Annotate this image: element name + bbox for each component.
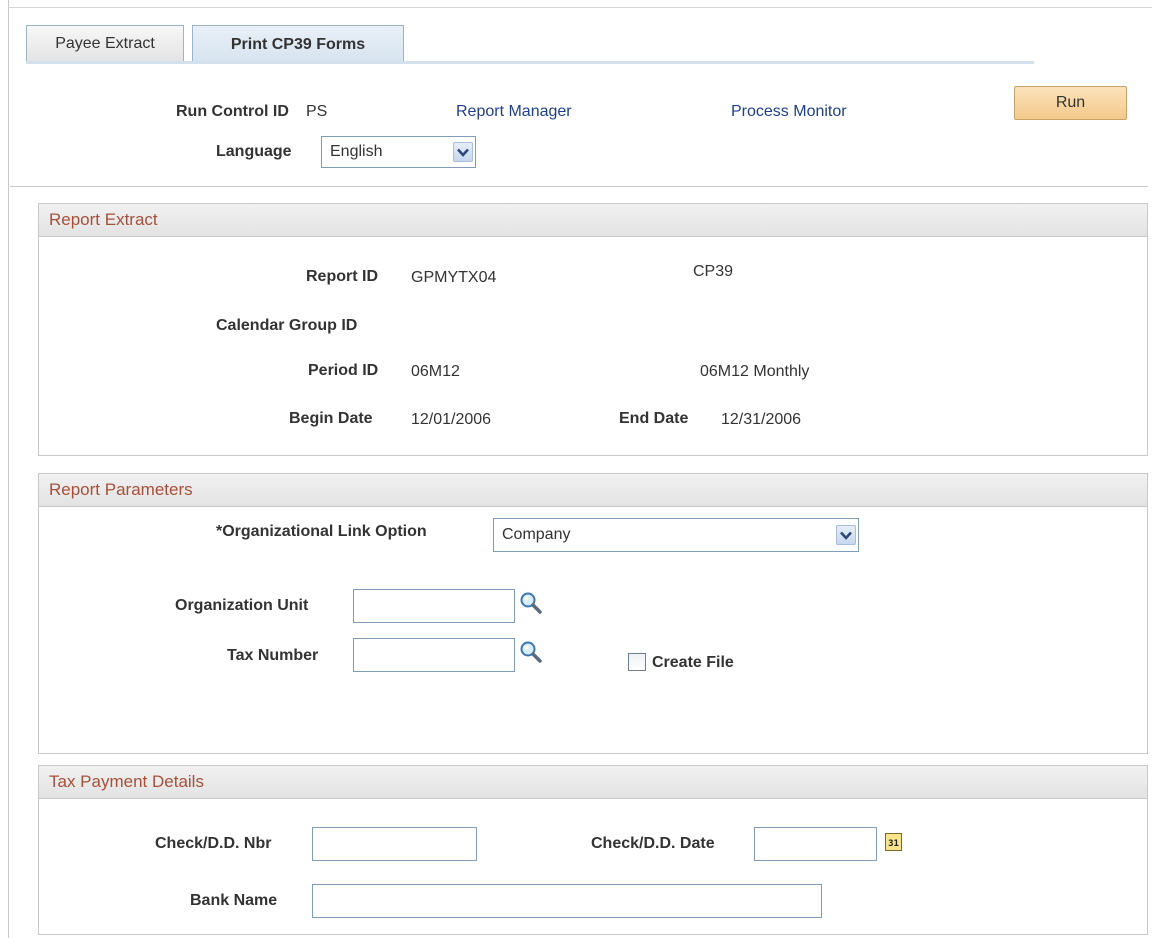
org-link-option-label: *Organizational Link Option	[216, 523, 427, 540]
magnifier-icon[interactable]	[519, 640, 543, 669]
report-id-label: Report ID	[306, 268, 378, 285]
tab-label: Payee Extract	[55, 34, 155, 52]
report-parameters-header: Report Parameters	[39, 474, 1147, 507]
tax-payment-header: Tax Payment Details	[39, 766, 1147, 799]
chevron-down-icon	[836, 525, 856, 545]
period-id-label: Period ID	[308, 362, 379, 379]
calendar-group-label: Calendar Group ID	[216, 317, 358, 334]
language-select[interactable]: English	[321, 136, 476, 168]
org-unit-label: Organization Unit	[175, 597, 309, 614]
check-date-input[interactable]	[754, 827, 877, 861]
calendar-icon-day: 31	[888, 839, 899, 849]
tab-label: Print CP39 Forms	[230, 35, 366, 53]
report-description: CP39	[693, 263, 734, 280]
begin-date-label: Begin Date	[289, 410, 373, 427]
begin-date-value: 12/01/2006	[411, 411, 492, 428]
process-monitor-link[interactable]: Process Monitor	[731, 103, 847, 121]
calendar-icon[interactable]: 31	[885, 833, 902, 851]
period-description: 06M12 Monthly	[700, 363, 810, 380]
run-button[interactable]: Run	[1014, 86, 1127, 120]
bank-name-label: Bank Name	[190, 892, 278, 909]
report-extract-section: Report Extract	[38, 203, 1148, 456]
language-select-value: English	[330, 143, 383, 160]
run-control-value: PS	[306, 103, 328, 120]
end-date-label: End Date	[619, 410, 689, 427]
section-title: Report Parameters	[49, 480, 193, 499]
tax-number-input[interactable]	[353, 638, 515, 672]
tab-payee-extract[interactable]: Payee Extract	[26, 25, 184, 61]
section-title: Tax Payment Details	[49, 772, 204, 791]
check-date-label: Check/D.D. Date	[591, 835, 715, 852]
frame-top-border	[8, 7, 1152, 8]
org-unit-input[interactable]	[353, 589, 515, 623]
tax-number-label: Tax Number	[227, 647, 319, 664]
language-label: Language	[216, 143, 292, 160]
bank-name-input[interactable]	[312, 884, 822, 918]
run-button-label: Run	[1055, 94, 1086, 111]
check-nbr-input[interactable]	[312, 827, 477, 861]
report-extract-header: Report Extract	[39, 204, 1147, 237]
create-file-checkbox[interactable]	[628, 653, 646, 671]
section-title: Report Extract	[49, 210, 158, 229]
tab-underline	[26, 61, 1034, 64]
tab-print-cp39-forms[interactable]: Print CP39 Forms	[192, 25, 404, 63]
check-nbr-label: Check/D.D. Nbr	[155, 835, 272, 852]
run-control-label: Run Control ID	[176, 103, 289, 120]
create-file-label: Create File	[652, 654, 734, 671]
header-divider	[10, 186, 1148, 187]
chevron-down-icon	[453, 142, 473, 162]
org-link-option-value: Company	[502, 526, 571, 543]
report-id-value: GPMYTX04	[411, 269, 497, 286]
frame-left-border	[8, 0, 9, 938]
magnifier-icon[interactable]	[519, 591, 543, 620]
end-date-value: 12/31/2006	[721, 411, 802, 428]
period-id-value: 06M12	[411, 363, 460, 380]
report-manager-link[interactable]: Report Manager	[456, 103, 572, 121]
org-link-option-select[interactable]: Company	[493, 518, 859, 552]
